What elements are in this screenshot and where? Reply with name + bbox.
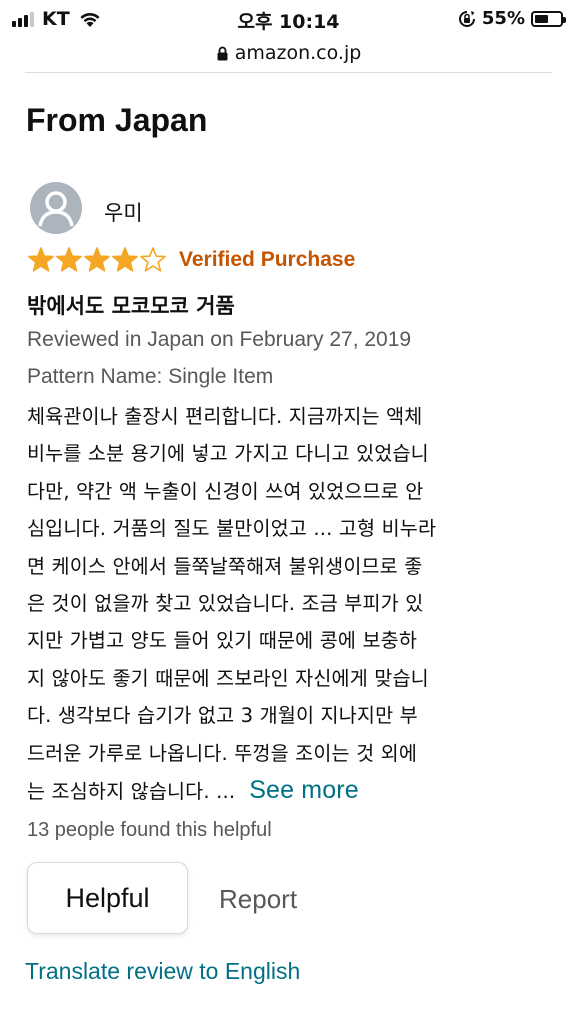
review-body-text: 는 조심하지 않습니다. ...	[27, 780, 236, 804]
star-rating[interactable]	[27, 246, 167, 273]
review-body-line: 지 않아도 좋기 때문에 즈보라인 자신에게 맞습니	[27, 660, 551, 697]
helpful-count: 13 people found this helpful	[27, 819, 272, 841]
review-body: 체육관이나 출장시 편리합니다. 지금까지는 액체비누를 소분 용기에 넣고 가…	[27, 398, 551, 810]
review-body-line: 체육관이나 출장시 편리합니다. 지금까지는 액체	[27, 398, 551, 435]
address-bar[interactable]: amazon.co.jp	[0, 36, 577, 70]
star-empty-icon	[140, 247, 166, 272]
rotation-lock-icon	[458, 10, 475, 27]
rating-row: Verified Purchase	[27, 246, 355, 273]
report-link[interactable]: Report	[219, 884, 297, 915]
review-title[interactable]: 밖에서도 모코모코 거품	[27, 290, 235, 320]
verified-purchase-badge: Verified Purchase	[179, 247, 356, 271]
review-body-text: 지 않아도 좋기 때문에 즈보라인 자신에게 맞습니	[27, 666, 429, 690]
review-body-line: 면 케이스 안에서 들쭉날쭉해져 불위생이므로 좋	[27, 548, 551, 585]
review-body-text: 드러운 가루로 나옵니다. 뚜껑을 조이는 것 외에	[27, 741, 417, 765]
review-body-line: 은 것이 없을까 찾고 있었습니다. 조금 부피가 있	[27, 585, 551, 622]
status-right: 55%	[458, 8, 566, 29]
review-body-line: 지만 가볍고 양도 들어 있기 때문에 콩에 보충하	[27, 622, 551, 659]
see-more-link[interactable]: See more	[249, 776, 359, 804]
review-body-line: 비누를 소분 용기에 넣고 가지고 다니고 있었습니	[27, 435, 551, 472]
avatar[interactable]	[30, 182, 82, 234]
status-bar: KT 오후 10:14 55%	[0, 0, 577, 36]
battery-percent: 55%	[481, 8, 525, 29]
review-date: Reviewed in Japan on February 27, 2019	[27, 328, 412, 351]
pattern-name: Pattern Name: Single Item	[27, 365, 274, 388]
star-filled-icon	[112, 247, 138, 272]
review-body-text: 심입니다. 거품의 질도 불만이었고 ... 고형 비누라	[27, 517, 437, 541]
review-body-line: 다만, 약간 액 누출이 신경이 쓰여 있었으므로 안	[27, 473, 551, 510]
review-body-line: 다. 생각보다 습기가 없고 3 개월이 지나지만 부	[27, 697, 551, 734]
star-filled-icon	[56, 247, 82, 272]
reviewer-name[interactable]: 우미	[104, 197, 143, 227]
translate-review-link[interactable]: Translate review to English	[25, 958, 300, 985]
review-body-text: 지만 가볍고 양도 들어 있기 때문에 콩에 보충하	[27, 629, 417, 653]
star-filled-icon	[84, 247, 110, 272]
review-body-text: 다. 생각보다 습기가 없고 3 개월이 지나지만 부	[27, 704, 418, 728]
review-body-line: 드러운 가루로 나옵니다. 뚜껑을 조이는 것 외에	[27, 735, 551, 772]
review-body-line: 는 조심하지 않습니다. ... See more	[27, 772, 551, 810]
review-body-line: 심입니다. 거품의 질도 불만이었고 ... 고형 비누라	[27, 510, 551, 547]
review-body-text: 비누를 소분 용기에 넣고 가지고 다니고 있었습니	[27, 442, 429, 466]
helpful-button[interactable]: Helpful	[27, 862, 188, 934]
review-body-text: 다만, 약간 액 누출이 신경이 쓰여 있었으므로 안	[27, 479, 424, 503]
section-title: From Japan	[26, 102, 208, 138]
lock-icon	[217, 46, 228, 60]
user-avatar-icon	[38, 191, 74, 227]
review-body-text: 체육관이나 출장시 편리합니다. 지금까지는 액체	[27, 405, 423, 428]
star-filled-icon	[28, 247, 54, 272]
battery-level-fill	[535, 14, 549, 23]
battery-icon	[531, 10, 566, 27]
review-body-text: 면 케이스 안에서 들쭉날쭉해져 불위생이므로 좋	[27, 554, 423, 578]
divider	[25, 72, 552, 73]
review-body-text: 은 것이 없을까 찾고 있었습니다. 조금 부피가 있	[27, 592, 424, 616]
url-text: amazon.co.jp	[234, 42, 362, 64]
